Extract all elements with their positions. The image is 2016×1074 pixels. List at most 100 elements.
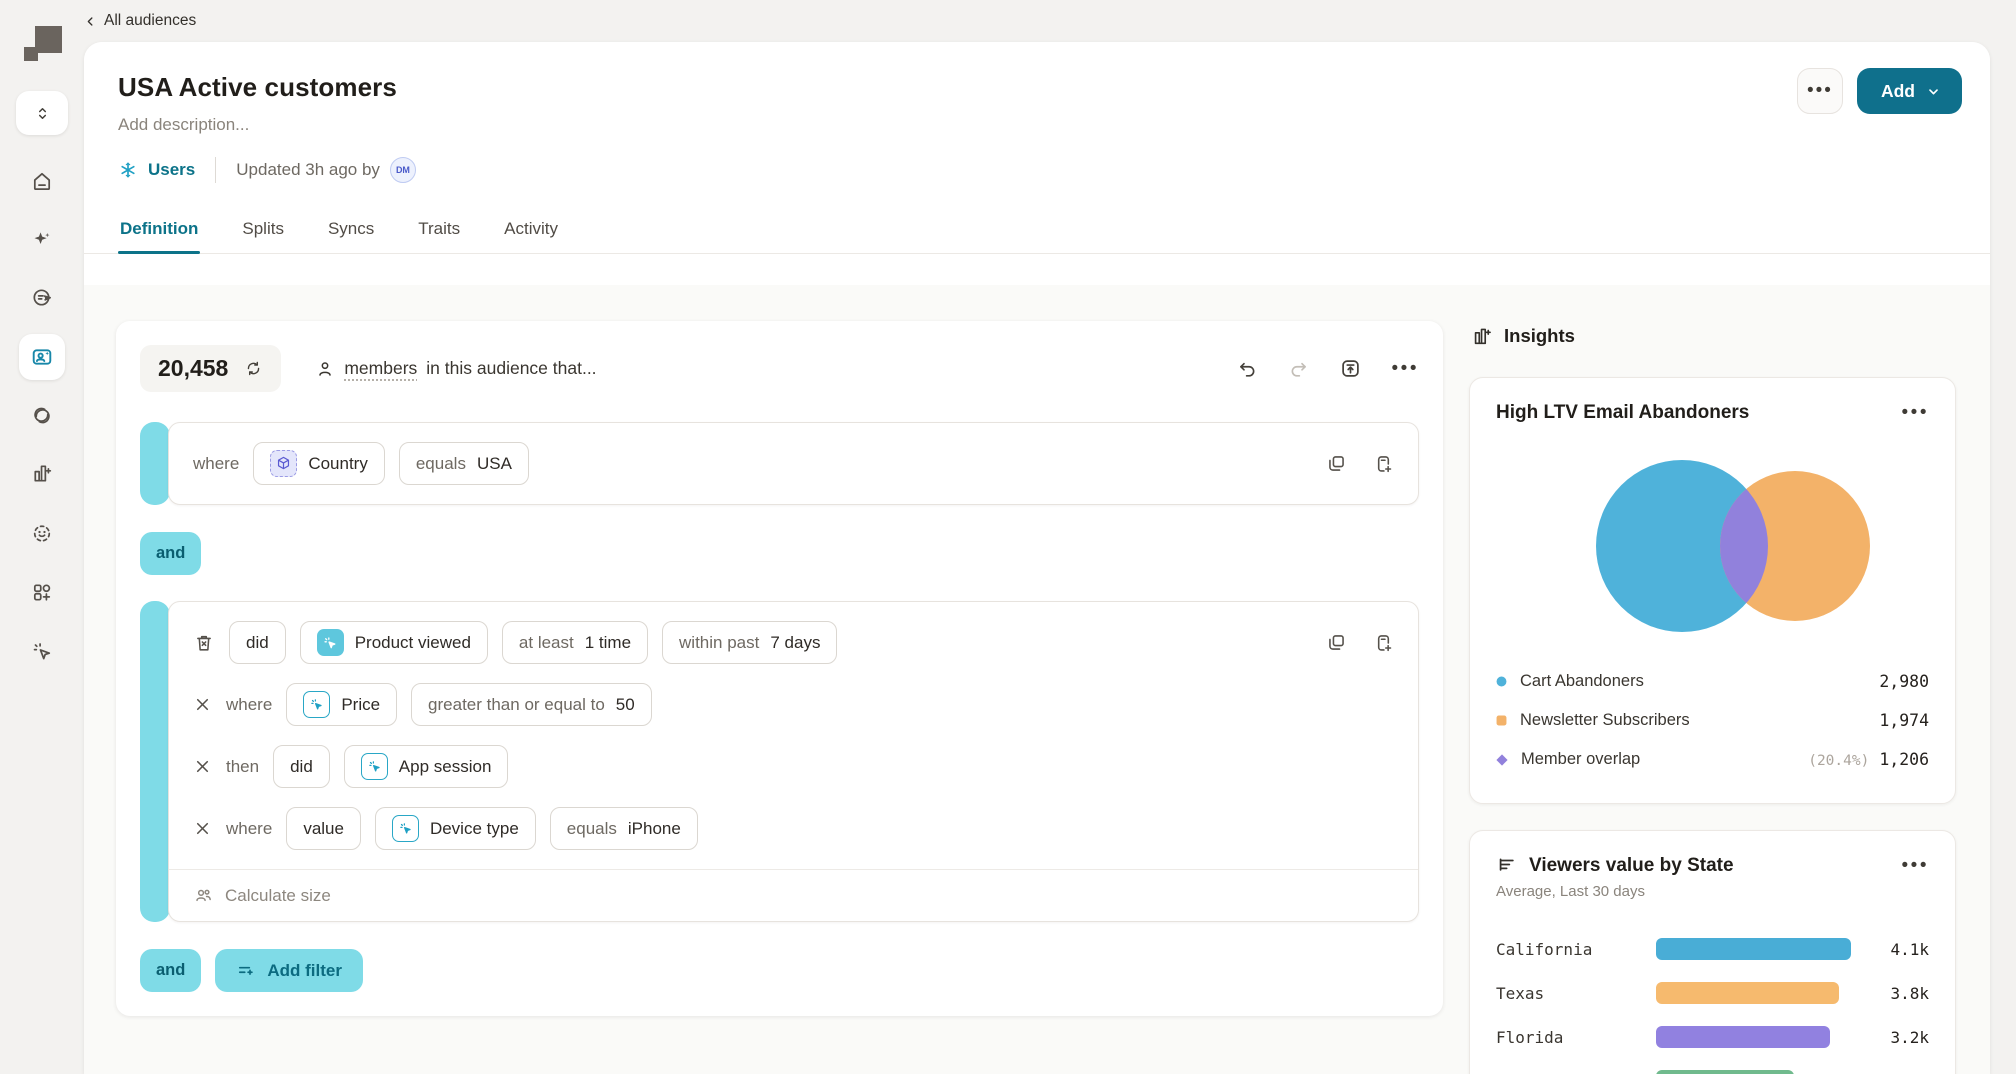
value-pill[interactable]: value xyxy=(286,807,361,850)
face-scan-icon xyxy=(31,522,54,545)
save-template-button[interactable] xyxy=(1339,357,1362,380)
where-keyword: where xyxy=(226,819,272,839)
operator-pill-equals-iphone[interactable]: equals iPhone xyxy=(550,807,698,850)
event-label: Product viewed xyxy=(355,633,471,653)
bar-california[interactable] xyxy=(1656,938,1851,960)
app-logo[interactable] xyxy=(24,24,64,64)
filter-icon xyxy=(236,961,256,981)
snowflake-icon xyxy=(118,160,138,180)
bar-value: 3.8k xyxy=(1875,984,1929,1003)
did-pill[interactable]: did xyxy=(273,745,330,788)
frequency-pill[interactable]: at least 1 time xyxy=(502,621,648,664)
add-button[interactable]: Add xyxy=(1857,68,1962,114)
header-more-button[interactable]: ••• xyxy=(1797,68,1843,114)
remove-condition-icon[interactable] xyxy=(193,757,212,776)
bar-row: Texas 3.8k xyxy=(1496,982,1929,1004)
remove-condition-icon[interactable] xyxy=(193,695,212,714)
attribute-label: Country xyxy=(308,454,368,474)
sidebar-item-automations[interactable] xyxy=(31,640,54,663)
refresh-icon[interactable] xyxy=(244,359,263,378)
source-label: Users xyxy=(148,160,195,180)
updated-text: Updated 3h ago by xyxy=(236,160,380,180)
property-pill-price[interactable]: Price xyxy=(286,683,397,726)
breadcrumb-label: All audiences xyxy=(104,12,196,30)
attribute-pill-country[interactable]: Country xyxy=(253,442,385,485)
sidebar-item-profiles[interactable] xyxy=(31,522,54,545)
sidebar-item-audiences[interactable] xyxy=(19,334,65,380)
where-keyword: where xyxy=(193,454,239,474)
event-pill-product-viewed[interactable]: Product viewed xyxy=(300,621,488,664)
builder-more-button[interactable]: ••• xyxy=(1392,358,1419,380)
bar-new-york[interactable] xyxy=(1656,1070,1794,1074)
operator-value: 50 xyxy=(616,695,635,715)
member-count-pill[interactable]: 20,458 xyxy=(140,345,281,392)
source-link[interactable]: Users xyxy=(118,160,195,180)
event-label: App session xyxy=(399,757,492,777)
event-property-icon xyxy=(392,815,419,842)
tab-syncs[interactable]: Syncs xyxy=(326,209,376,253)
venn-card-more-button[interactable]: ••• xyxy=(1902,402,1929,424)
add-filter-button[interactable]: Add filter xyxy=(215,949,363,992)
tab-activity[interactable]: Activity xyxy=(502,209,560,253)
sidebar-item-assistant[interactable] xyxy=(31,228,54,251)
breadcrumb[interactable]: All audiences xyxy=(84,12,196,30)
property-pill-device-type[interactable]: Device type xyxy=(375,807,536,850)
redo-button[interactable] xyxy=(1288,358,1309,379)
sidebar-item-activations[interactable] xyxy=(31,404,54,427)
calculate-size-button[interactable]: Calculate size xyxy=(169,869,1418,921)
condition-group-2: did Product viewed at least 1 time xyxy=(140,601,1419,922)
property-label: Device type xyxy=(430,819,519,839)
bars-card-title: Viewers value by State xyxy=(1529,855,1734,877)
trash-icon[interactable] xyxy=(193,632,215,654)
event-spark-icon xyxy=(317,629,344,656)
bar-chart-plus-icon xyxy=(31,462,54,485)
description-placeholder[interactable]: Add description... xyxy=(118,115,1954,135)
chevron-down-icon xyxy=(1925,83,1942,100)
duplicate-icon[interactable] xyxy=(1326,453,1347,474)
did-pill[interactable]: did xyxy=(229,621,286,664)
audience-card-icon xyxy=(30,345,54,369)
undo-button[interactable] xyxy=(1237,358,1258,379)
time-window-pill[interactable]: within past 7 days xyxy=(662,621,837,664)
value-label: value xyxy=(303,819,344,839)
bar-row: Florida 3.2k xyxy=(1496,1026,1929,1048)
and-connector-1[interactable]: and xyxy=(140,532,201,575)
bars-card-more-button[interactable]: ••• xyxy=(1902,855,1929,877)
window-value: 7 days xyxy=(770,633,820,653)
legend-marker-diamond xyxy=(1496,754,1508,766)
sidebar-item-apps[interactable] xyxy=(31,581,54,604)
sidebar-item-journeys[interactable] xyxy=(31,286,54,309)
remove-condition-icon[interactable] xyxy=(193,819,212,838)
bar-row: New York 2.7k xyxy=(1496,1070,1929,1074)
avatar[interactable]: DM xyxy=(390,157,416,183)
insights-icon xyxy=(1471,325,1493,347)
operator-pill-equals-usa[interactable]: equals USA xyxy=(399,442,529,485)
bar-label: Texas xyxy=(1496,984,1656,1003)
page-header: USA Active customers Add description... … xyxy=(84,42,1990,183)
paste-add-icon[interactable] xyxy=(1373,453,1394,474)
duplicate-icon[interactable] xyxy=(1326,632,1347,653)
cursor-spark-icon xyxy=(31,640,54,663)
sidebar-item-workspace-switcher[interactable] xyxy=(16,91,68,135)
chevron-up-down-icon xyxy=(33,104,52,123)
paste-add-icon[interactable] xyxy=(1373,632,1394,653)
tab-definition[interactable]: Definition xyxy=(118,209,200,253)
condition-group-1: where Country equals USA xyxy=(140,422,1419,505)
event-spark-icon xyxy=(361,753,388,780)
event-pill-app-session[interactable]: App session xyxy=(344,745,509,788)
insight-card-bars: Viewers value by State ••• Average, Last… xyxy=(1469,830,1956,1074)
operator-pill-gte-50[interactable]: greater than or equal to 50 xyxy=(411,683,652,726)
cube-icon xyxy=(270,450,297,477)
frequency-value: 1 time xyxy=(585,633,631,653)
bar-florida[interactable] xyxy=(1656,1026,1830,1048)
person-icon xyxy=(315,359,335,379)
and-connector-2[interactable]: and xyxy=(140,949,201,992)
tab-splits[interactable]: Splits xyxy=(240,209,286,253)
sidebar-item-home[interactable] xyxy=(31,170,54,193)
bar-texas[interactable] xyxy=(1656,982,1839,1004)
members-link[interactable]: members xyxy=(344,358,417,379)
operator-muted: equals xyxy=(416,454,466,474)
tab-traits[interactable]: Traits xyxy=(416,209,462,253)
sidebar-item-analytics[interactable] xyxy=(31,462,54,485)
bar-label: Florida xyxy=(1496,1028,1656,1047)
